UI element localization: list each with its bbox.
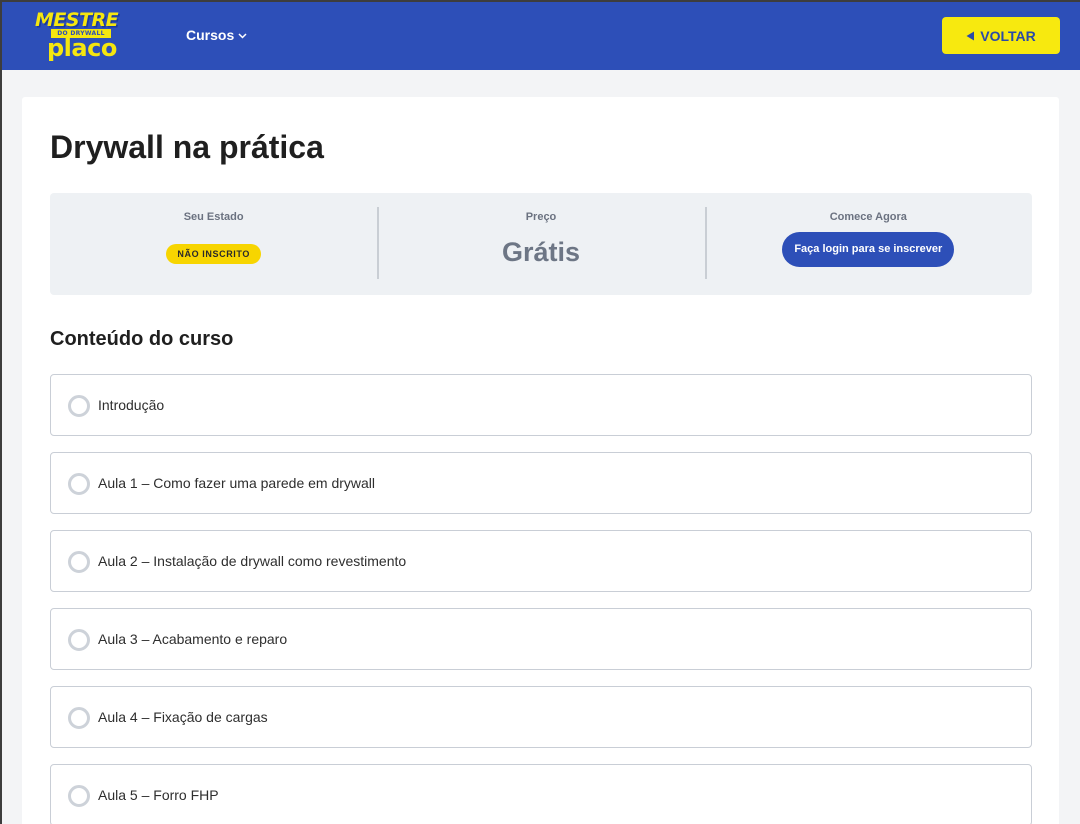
lesson-item[interactable]: Aula 1 – Como fazer uma parede em drywal… — [50, 452, 1032, 514]
incomplete-circle-icon — [68, 629, 90, 651]
page-title: Drywall na prática — [50, 129, 324, 165]
logo-mestre-text: MESTRE — [35, 9, 119, 31]
back-arrow-icon — [966, 31, 975, 40]
lesson-item[interactable]: Aula 3 – Acabamento e reparo — [50, 608, 1032, 670]
status-estado: Seu Estado NÃO INSCRITO — [50, 193, 377, 295]
incomplete-circle-icon — [68, 551, 90, 573]
estado-label: Seu Estado — [183, 211, 244, 223]
mestre-placo-logo[interactable]: MESTRE DO DRYWALL placo — [35, 10, 123, 62]
voltar-button[interactable]: VOLTAR — [942, 17, 1060, 54]
lesson-item[interactable]: Introdução — [50, 374, 1032, 436]
incomplete-circle-icon — [68, 473, 90, 495]
lesson-label: Aula 2 – Instalação de drywall como reve… — [98, 553, 407, 569]
lesson-item[interactable]: Aula 2 – Instalação de drywall como reve… — [50, 530, 1032, 592]
incomplete-circle-icon — [68, 395, 90, 417]
voltar-label: VOLTAR — [980, 27, 1036, 44]
lesson-label: Introdução — [98, 397, 165, 413]
lesson-label: Aula 3 – Acabamento e reparo — [98, 631, 288, 647]
site-header: MESTRE DO DRYWALL placo Cursos VOLTAR — [0, 0, 1080, 70]
status-comece: Comece Agora Faça login para se inscreve… — [704, 193, 1032, 295]
login-to-enroll-button[interactable]: Faça login para se inscrever — [782, 232, 955, 267]
course-card: Drywall na prática Seu Estado NÃO INSCRI… — [22, 97, 1059, 824]
chevron-down-icon — [238, 33, 247, 39]
lesson-label: Aula 1 – Como fazer uma parede em drywal… — [98, 475, 376, 491]
course-status-panel: Seu Estado NÃO INSCRITO Preço Grátis Com… — [50, 193, 1032, 295]
lesson-item[interactable]: Aula 5 – Forro FHP — [50, 764, 1032, 824]
incomplete-circle-icon — [68, 707, 90, 729]
status-badge: NÃO INSCRITO — [166, 244, 261, 264]
preco-label: Preço — [525, 211, 557, 223]
lesson-item[interactable]: Aula 4 – Fixação de cargas — [50, 686, 1032, 748]
lesson-list: Introdução Aula 1 – Como fazer uma pared… — [50, 374, 1032, 824]
nav-cursos-label: Cursos — [186, 27, 235, 43]
course-content-title: Conteúdo do curso — [50, 328, 234, 350]
logo-placo-text: placo — [47, 34, 117, 62]
status-preco: Preço Grátis — [377, 193, 704, 295]
incomplete-circle-icon — [68, 785, 90, 807]
lesson-label: Aula 5 – Forro FHP — [98, 787, 219, 803]
comece-label: Comece Agora — [829, 211, 907, 223]
price-value: Grátis — [501, 237, 581, 267]
lesson-label: Aula 4 – Fixação de cargas — [98, 709, 268, 725]
nav-cursos-dropdown[interactable]: Cursos — [186, 25, 247, 45]
